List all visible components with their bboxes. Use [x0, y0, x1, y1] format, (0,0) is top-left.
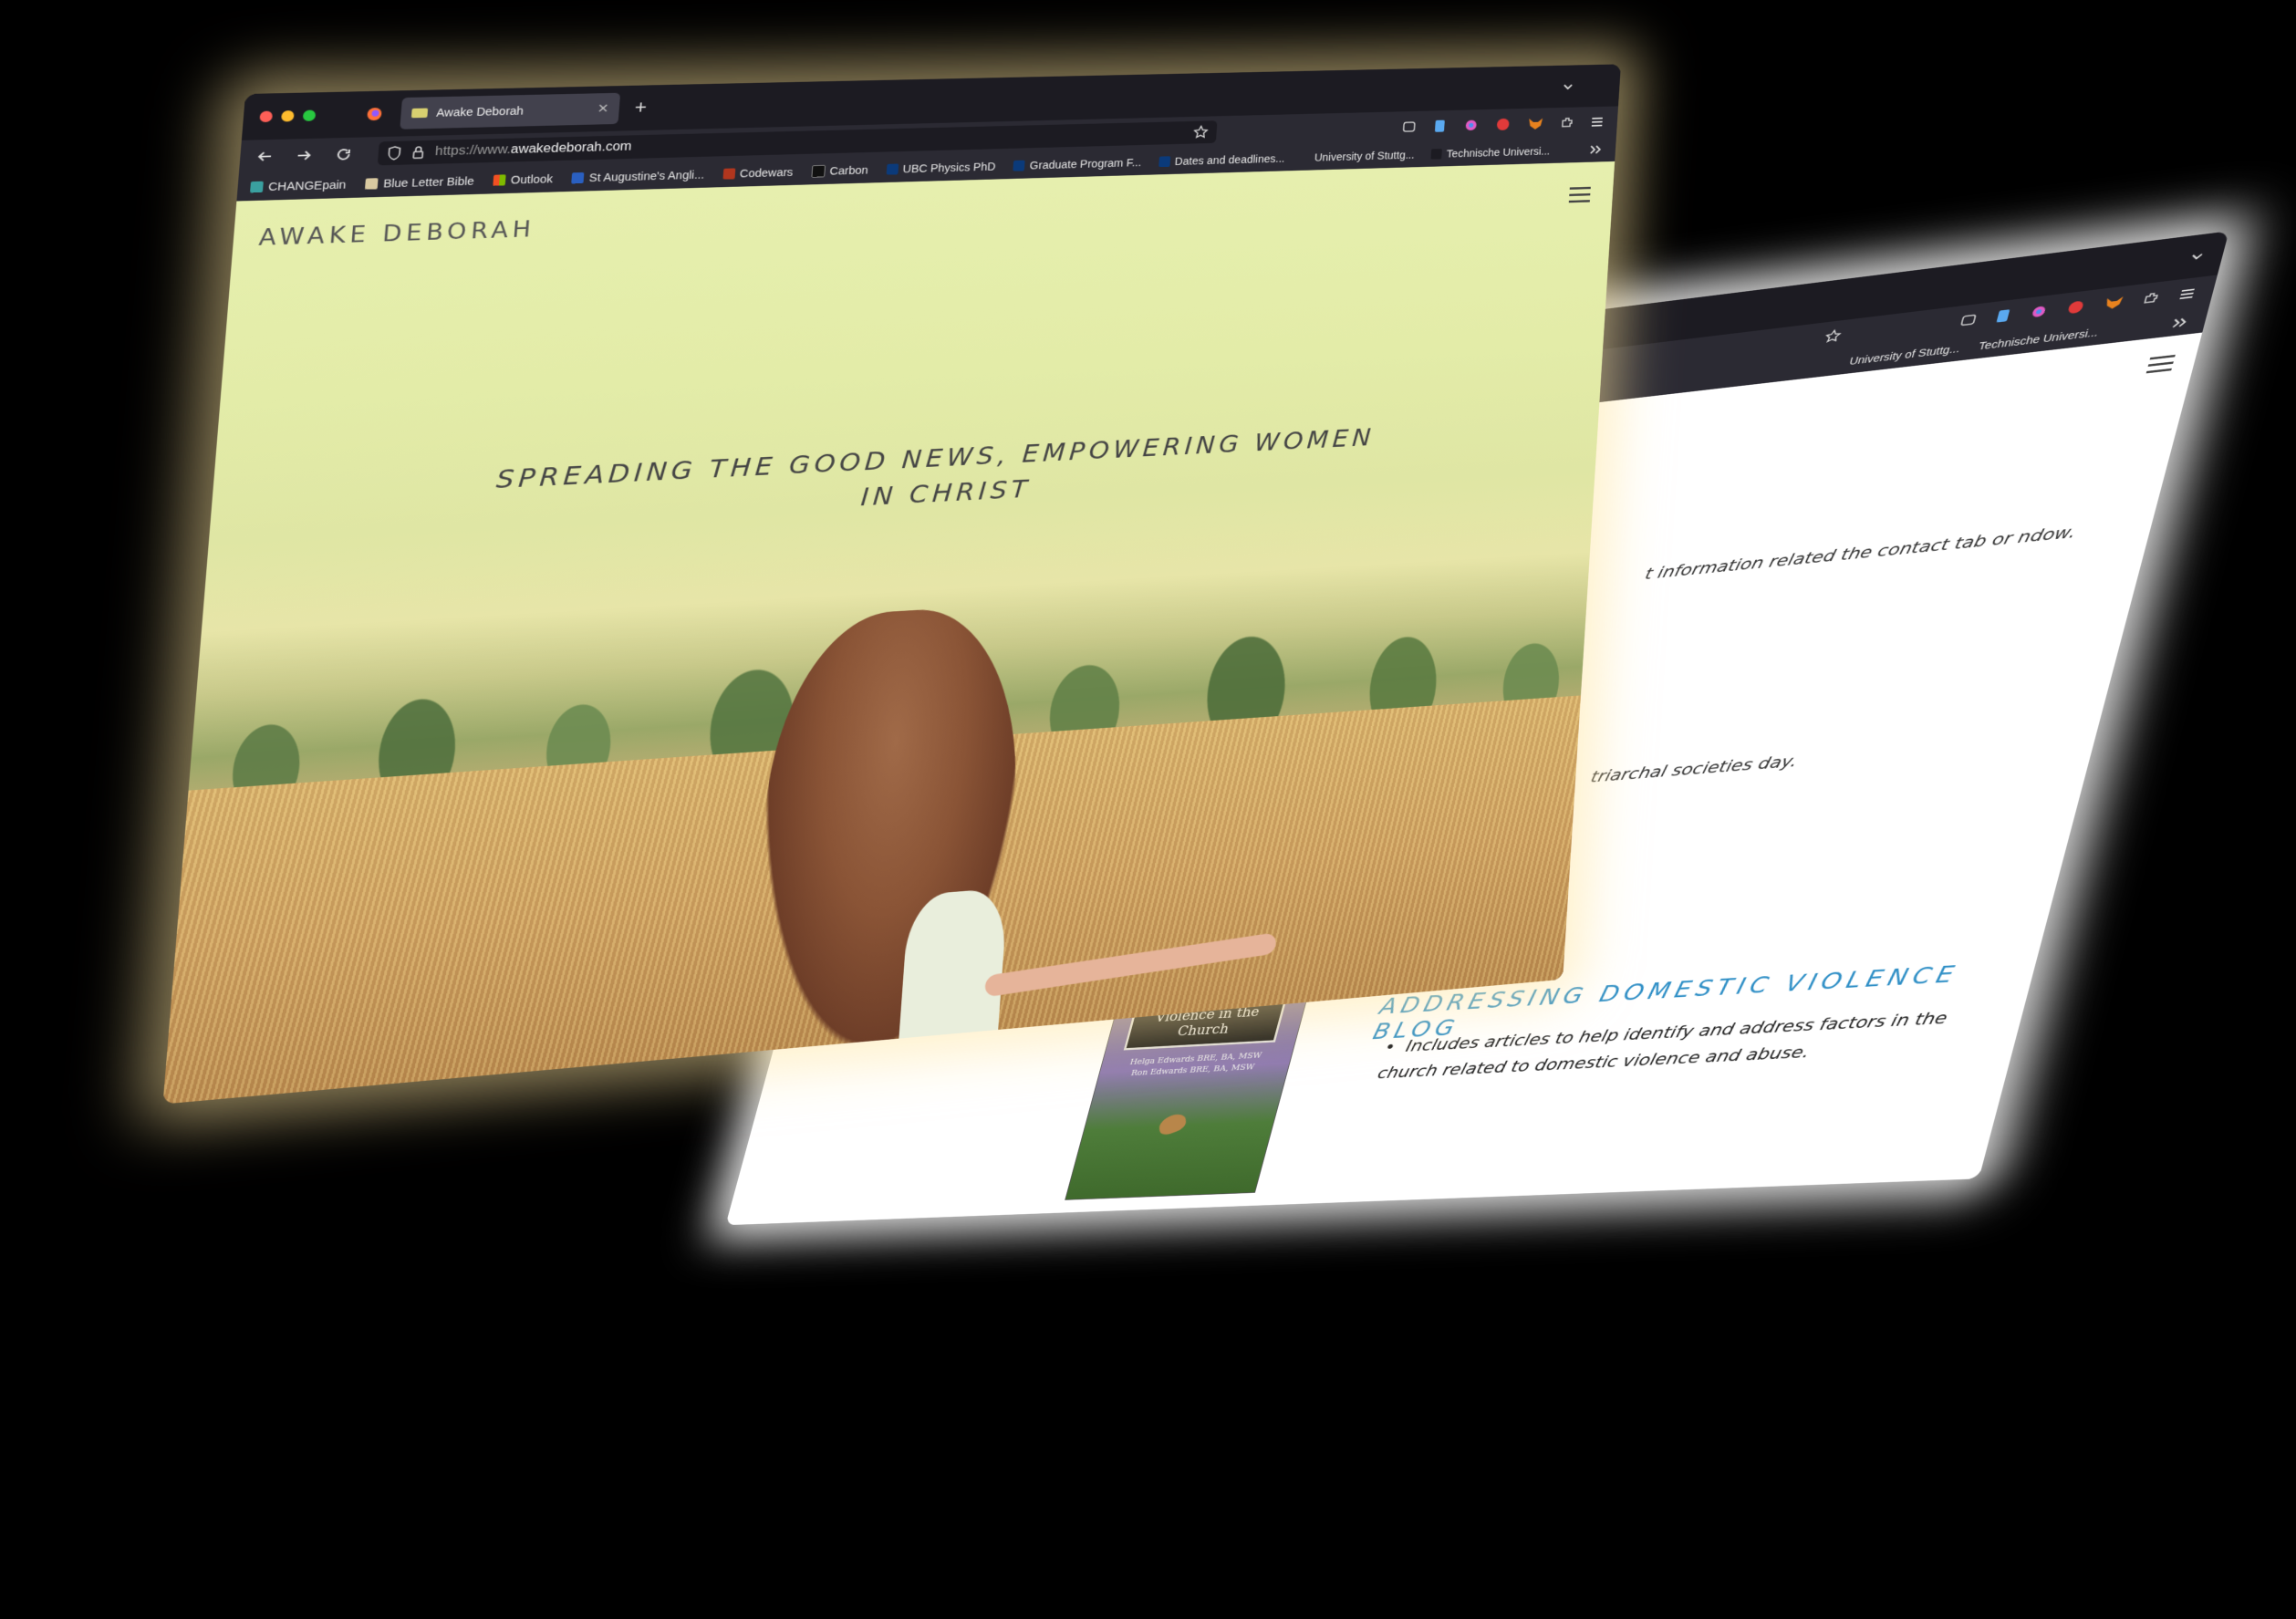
bookmarks-overflow-icon[interactable]: [1588, 143, 1603, 155]
hero-banner: AWAKE DEBORAH SPREADING THE GOOD NEWS, E…: [162, 161, 1615, 1105]
forward-arrow-icon[interactable]: [296, 148, 313, 162]
bookmark-star-icon[interactable]: [1192, 125, 1210, 140]
reload-icon[interactable]: [335, 147, 352, 161]
codewars-icon: [722, 168, 735, 179]
bookmark-carbon[interactable]: Carbon: [811, 164, 868, 178]
close-window-button[interactable]: [259, 111, 273, 123]
tab-title: Awake Deborah: [436, 104, 525, 119]
ubc-icon: [1158, 156, 1170, 167]
lock-icon[interactable]: [411, 145, 425, 160]
maximize-window-button[interactable]: [303, 109, 317, 121]
close-tab-icon[interactable]: ✕: [597, 101, 609, 117]
bookmark-st-augustines[interactable]: St Augustine's Angli...: [571, 169, 704, 185]
front-browser-window: Awake Deborah ✕ + https://www. awakedebo…: [0, 0, 2296, 1619]
url-scheme: https://www.: [434, 143, 511, 160]
microsoft-icon: [493, 174, 505, 185]
list-all-tabs-icon[interactable]: [1561, 79, 1575, 93]
document-extension-icon[interactable]: [1432, 119, 1447, 134]
carbon-icon: [811, 165, 826, 178]
firefox-view-icon[interactable]: [365, 106, 384, 122]
bookmark-outlook[interactable]: Outlook: [493, 172, 553, 187]
ubc-icon: [1013, 161, 1025, 171]
hamburger-menu-icon[interactable]: [1569, 187, 1591, 203]
tu-icon: [1431, 149, 1442, 160]
minimize-window-button[interactable]: [281, 110, 295, 122]
site-logo[interactable]: AWAKE DEBORAH: [258, 216, 536, 251]
red-extension-icon[interactable]: [1495, 117, 1512, 131]
tracking-shield-icon[interactable]: [387, 146, 402, 161]
tab-awake-deborah[interactable]: Awake Deborah ✕: [400, 93, 620, 130]
changepain-icon: [250, 182, 264, 193]
bookmark-blue-letter-bible[interactable]: Blue Letter Bible: [365, 174, 474, 190]
bookmark-codewars[interactable]: Codewars: [722, 166, 794, 181]
puzzle-extensions-icon[interactable]: [1560, 116, 1574, 130]
front-browser-scene: Awake Deborah ✕ + https://www. awakedebo…: [162, 64, 1620, 1104]
colorful-extension-icon[interactable]: [1463, 118, 1480, 133]
bookmark-ubc-physics[interactable]: UBC Physics PhD: [886, 161, 996, 176]
back-arrow-icon[interactable]: [256, 149, 274, 163]
bookmark-dates-deadlines[interactable]: Dates and deadlines...: [1158, 152, 1285, 168]
bookmark-technische-universitat[interactable]: Technische Universi...: [1431, 145, 1551, 160]
bookmark-graduate-program[interactable]: Graduate Program F...: [1013, 156, 1142, 171]
pocket-icon[interactable]: [1402, 120, 1417, 134]
bookmark-university-stuttgart[interactable]: University of Stuttg...: [1314, 149, 1415, 163]
bookmark-changepain[interactable]: CHANGEpain: [250, 178, 347, 193]
fox-extension-icon[interactable]: [1527, 116, 1544, 130]
app-menu-icon[interactable]: [1590, 116, 1605, 128]
new-tab-button[interactable]: +: [634, 97, 648, 119]
church-icon: [572, 172, 585, 183]
ubc-icon: [886, 164, 899, 175]
bible-icon: [365, 178, 379, 190]
site-favicon-icon: [411, 109, 428, 119]
hero-tagline: SPREADING THE GOOD NEWS, EMPOWERING WOME…: [477, 419, 1389, 534]
window-controls: [259, 109, 316, 122]
url-host: awakedeborah.com: [510, 140, 632, 157]
